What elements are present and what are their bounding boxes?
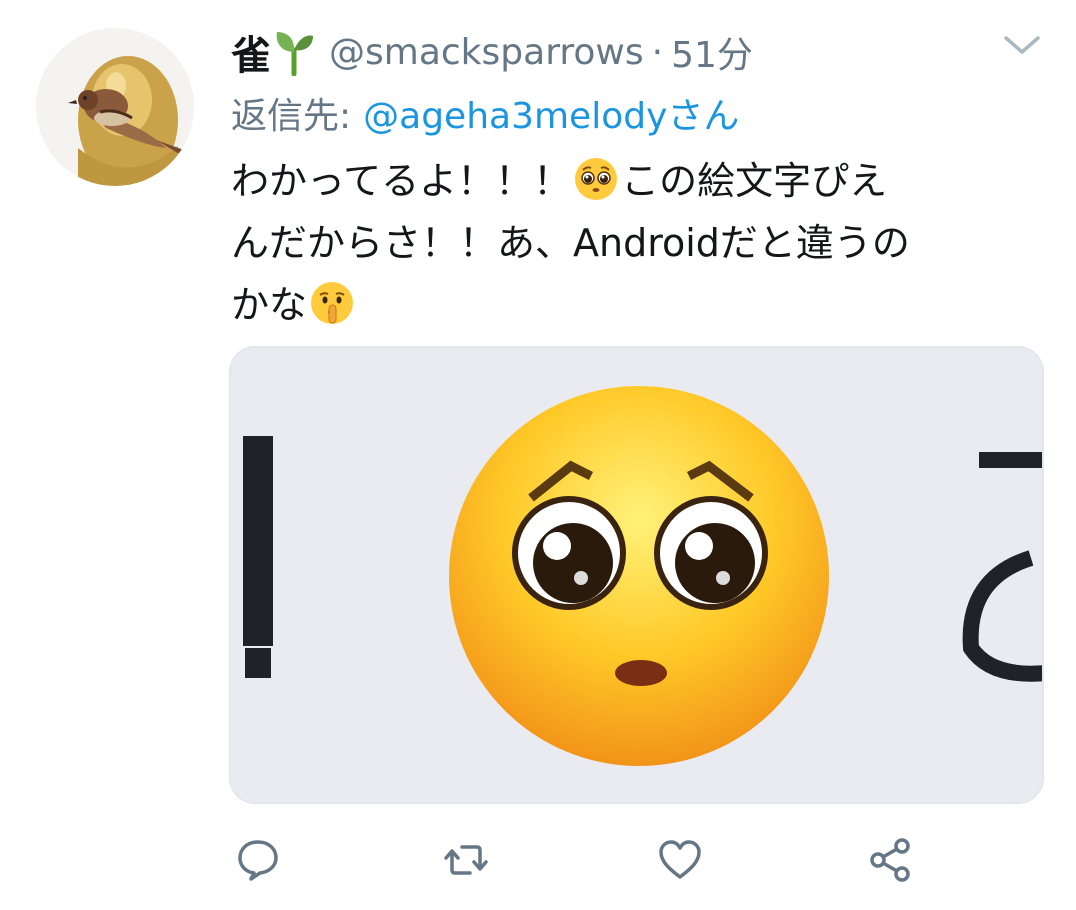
separator-dot: · <box>651 31 664 73</box>
tweet-text-segment: わかってるよ！！！ <box>231 159 572 203</box>
reply-context: 返信先: @ageha3melodyさん <box>231 88 739 138</box>
share-icon <box>870 838 910 882</box>
retweet-button[interactable] <box>438 832 494 888</box>
tweet-media-image[interactable] <box>229 346 1044 804</box>
reply-button[interactable] <box>230 832 286 888</box>
tweet-text-segment: んだからさ！！あ、Androidだと違うの <box>231 221 910 265</box>
pleading-face-emoji <box>573 156 619 202</box>
tweet-text: わかってるよ！！！ この絵文字ぴえ んだからさ！！あ、Androidだと違うの … <box>231 150 1031 336</box>
pleading-face-zoomed-image <box>231 348 1042 802</box>
timestamp[interactable]: 51分 <box>671 26 753 78</box>
seedling-icon <box>273 28 315 77</box>
reply-prefix: 返信先: <box>231 96 352 137</box>
reply-icon <box>238 840 278 881</box>
tweet-text-line: んだからさ！！あ、Androidだと違うの <box>231 212 1031 274</box>
tweet-text-segment: この絵文字ぴえ <box>621 159 888 203</box>
display-name[interactable]: 雀 <box>231 23 271 81</box>
like-button[interactable] <box>652 832 708 888</box>
chevron-down-icon[interactable] <box>1000 30 1044 60</box>
tweet-text-line: わかってるよ！！！ この絵文字ぴえ <box>231 150 1031 212</box>
sparrow-egg-avatar-image <box>36 28 194 186</box>
tweet-actions <box>0 832 1076 896</box>
retweet-icon <box>444 845 488 875</box>
avatar[interactable] <box>36 28 194 186</box>
user-handle[interactable]: @smacksparrows <box>329 32 644 73</box>
share-button[interactable] <box>862 832 918 888</box>
reply-target-link[interactable]: @ageha3melodyさん <box>363 87 739 139</box>
tweet-text-segment: かな <box>231 283 308 327</box>
shushing-face-emoji <box>309 280 355 326</box>
like-icon <box>659 840 701 879</box>
tweet-text-line: かな <box>231 274 1031 336</box>
tweet-header: 雀 @smacksparrows · 51分 <box>231 22 753 82</box>
